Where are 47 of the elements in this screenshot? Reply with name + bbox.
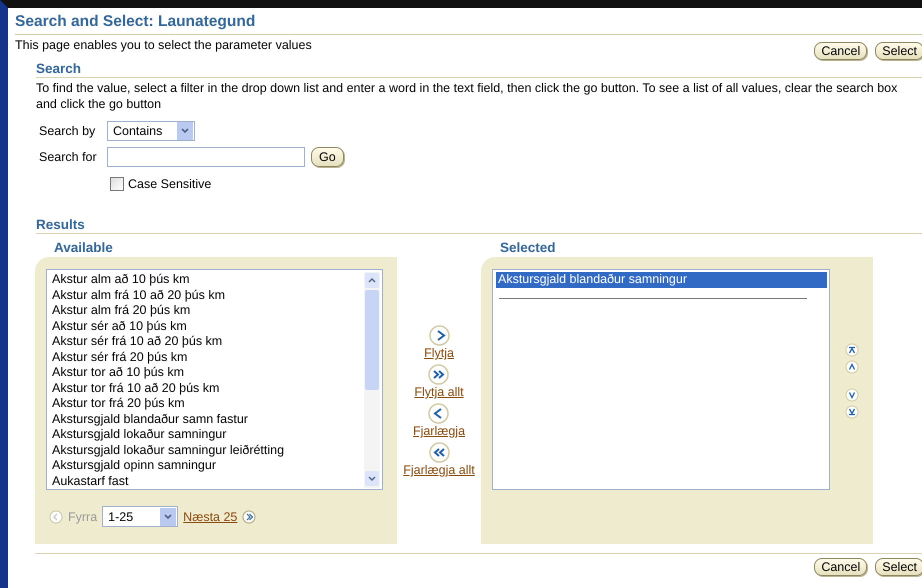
section-heading: Search <box>36 61 922 78</box>
list-item[interactable]: Akstur alm frá 20 þús km <box>50 303 364 318</box>
list-item[interactable]: Akstur alm að 10 þús km <box>50 272 364 288</box>
cancel-button[interactable]: Cancel <box>814 558 868 576</box>
search-field[interactable] <box>107 147 305 167</box>
selected-listbox[interactable]: Akstursgjald blandaður samningur <box>492 269 830 490</box>
list-item[interactable]: Akstursgjald lokaður samningur <box>50 427 364 442</box>
list-item[interactable]: Akstur tor frá 10 að 20 þús km <box>50 380 364 396</box>
page-description: This page enables you to select the parameter values <box>15 38 312 52</box>
list-item[interactable]: Akstur sér frá 10 að 20 þús km <box>50 334 364 350</box>
cancel-button[interactable]: Cancel <box>814 42 868 60</box>
list-item[interactable]: Aukastarf fast <box>50 474 364 487</box>
available-listbox[interactable] <box>46 269 383 490</box>
search-by-dropdown[interactable]: Contains <box>107 121 195 141</box>
next-link[interactable]: Næsta 25 <box>183 510 238 524</box>
list-heading: Available <box>53 240 114 257</box>
move-link[interactable]: Fjarlægja allt <box>403 463 475 478</box>
move-up-icon[interactable] <box>845 360 859 374</box>
list-item[interactable]: Akstur alm frá 10 að 20 þús km <box>50 288 364 303</box>
move-link[interactable]: Fjarlægja <box>412 424 466 439</box>
checkbox-label: Case Sensitive <box>128 177 212 191</box>
section-heading: Results <box>36 217 922 234</box>
move-top-icon[interactable] <box>845 343 859 357</box>
case-sensitive-checkbox[interactable] <box>110 177 124 191</box>
list-item[interactable]: Akstursgjald opinn samningur <box>50 458 364 474</box>
move-bottom-icon[interactable] <box>845 405 859 419</box>
scrollbar[interactable] <box>364 272 380 488</box>
page-title: Search and Select: Launategund <box>15 8 922 35</box>
list-item[interactable]: Akstur sér að 10 þús km <box>50 318 364 334</box>
go-button[interactable]: Go <box>311 147 344 167</box>
list-item[interactable]: Akstur tor frá 20 þús km <box>50 396 364 412</box>
list-item[interactable]: Akstursgjald blandaður samn fastur <box>50 412 364 427</box>
instructions-text: To find the value, select a filter in the drop down list and enter a word in the text field, then click the go button. To see a list of all values, clear the search box and click the go button <box>36 80 898 112</box>
list-item[interactable]: Akstursgjald blandaður samningur <box>496 272 827 288</box>
list-heading: Selected <box>499 240 557 257</box>
field-label: Search by <box>39 124 96 138</box>
select-button[interactable]: Select <box>875 558 922 576</box>
next-icon[interactable] <box>242 510 256 524</box>
field-label: Search for <box>39 150 98 164</box>
move-down-icon[interactable] <box>845 388 859 402</box>
list-item[interactable]: Akstur tor að 10 þús km <box>50 365 364 380</box>
list-item[interactable]: Akstursgjald lokaður samningur leiðrétting <box>50 442 364 458</box>
list-item[interactable]: Akstur sér frá 20 þús km <box>50 350 364 365</box>
range-dropdown[interactable]: 1-25 <box>102 506 178 527</box>
move-link[interactable]: Flytja <box>424 346 454 361</box>
select-button[interactable]: Select <box>875 42 922 60</box>
move-link[interactable]: Flytja allt <box>414 385 464 400</box>
